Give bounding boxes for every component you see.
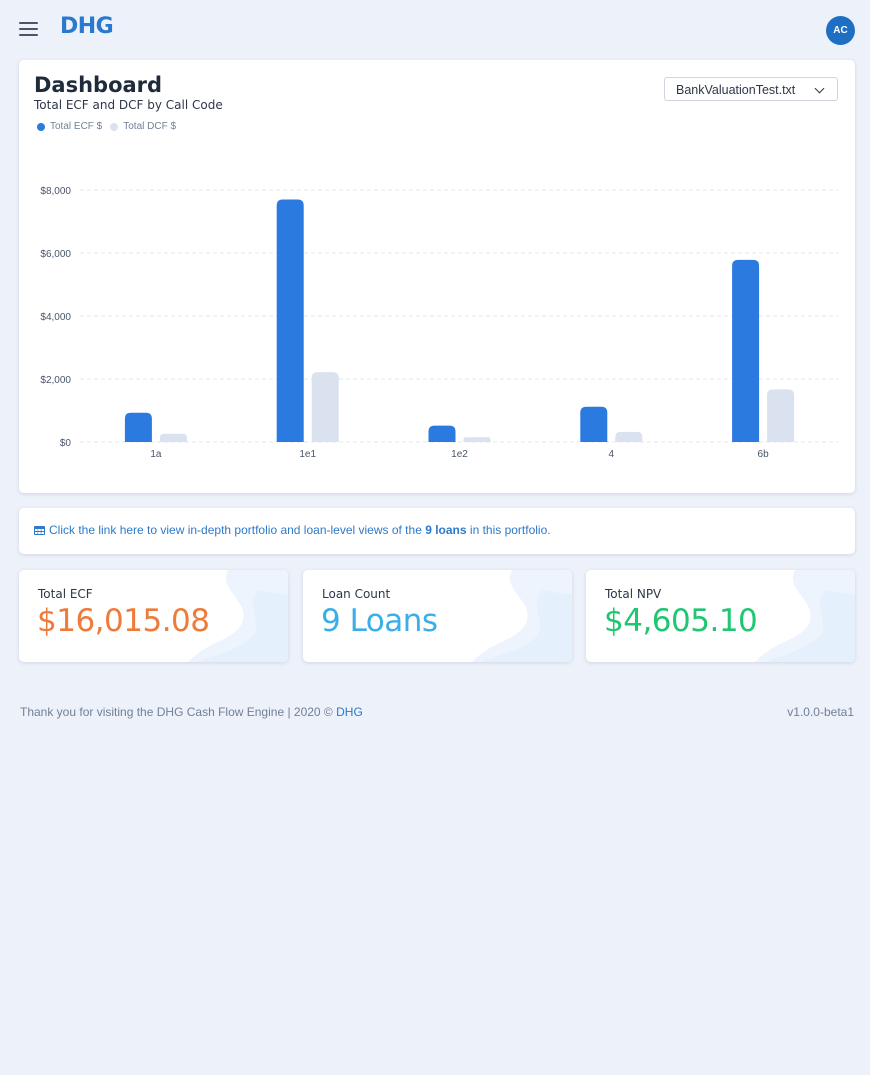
stat-label: Total ECF <box>38 587 93 601</box>
info-text-before: Click the link here to view in-depth por… <box>49 523 426 537</box>
x-tick-label: 1e2 <box>451 449 468 460</box>
x-tick-label: 1a <box>150 449 162 460</box>
chart-card: Dashboard Total ECF and DCF by Call Code… <box>19 60 855 493</box>
bar-dcf-1e1 <box>311 372 339 442</box>
bar-dcf-6b <box>767 389 795 442</box>
y-tick-label: $6,000 <box>40 249 71 260</box>
decorative-wave-icon <box>755 570 855 662</box>
x-tick-label: 1e1 <box>299 449 316 460</box>
bar-dcf-1a <box>159 433 187 442</box>
footer-message: Thank you for visiting the DHG Cash Flow… <box>20 705 337 719</box>
stat-card-total-ecf: Total ECF $16,015.08 <box>19 570 288 662</box>
bar-chart: $0 $2,000 $4,000 $6,000 $8,000 1a 1e1 1e2 4 6b <box>40 186 839 460</box>
stat-label: Total NPV <box>605 587 662 601</box>
x-tick-label: 4 <box>609 449 615 460</box>
footer-link[interactable]: DHG <box>336 705 363 719</box>
bar-ecf-1e2 <box>428 425 456 442</box>
hamburger-icon[interactable] <box>19 22 38 36</box>
stat-value: $16,015.08 <box>37 603 210 639</box>
bar-dcf-4 <box>615 431 643 442</box>
bar-ecf-4 <box>580 406 608 442</box>
logo[interactable]: DHG <box>60 14 114 39</box>
y-tick-label: $0 <box>60 438 72 449</box>
bar-ecf-1e1 <box>276 199 304 442</box>
table-icon <box>34 526 45 535</box>
y-tick-label: $8,000 <box>40 186 71 197</box>
stat-card-loan-count: Loan Count 9 Loans <box>303 570 572 662</box>
x-tick-label: 6b <box>758 449 770 460</box>
decorative-wave-icon <box>472 570 572 662</box>
avatar[interactable]: AC <box>826 16 855 45</box>
y-tick-label: $4,000 <box>40 312 71 323</box>
stat-value: 9 Loans <box>321 603 438 639</box>
stat-label: Loan Count <box>322 587 391 601</box>
bar-ecf-1a <box>124 412 152 442</box>
info-text-after: in this portfolio. <box>466 523 551 537</box>
version-label: v1.0.0-beta1 <box>787 705 854 719</box>
stat-card-total-npv: Total NPV $4,605.10 <box>586 570 855 662</box>
bar-dcf-1e2 <box>463 437 491 442</box>
info-card: Click the link here to view in-depth por… <box>19 508 855 554</box>
y-tick-label: $2,000 <box>40 375 71 386</box>
loan-count-link[interactable]: 9 loans <box>425 523 466 537</box>
portfolio-link[interactable]: Click the link here to view in-depth por… <box>34 523 551 537</box>
bar-ecf-6b <box>732 259 760 442</box>
footer-text: Thank you for visiting the DHG Cash Flow… <box>20 705 363 719</box>
top-bar: DHG AC <box>0 0 870 60</box>
stat-value: $4,605.10 <box>604 603 758 639</box>
